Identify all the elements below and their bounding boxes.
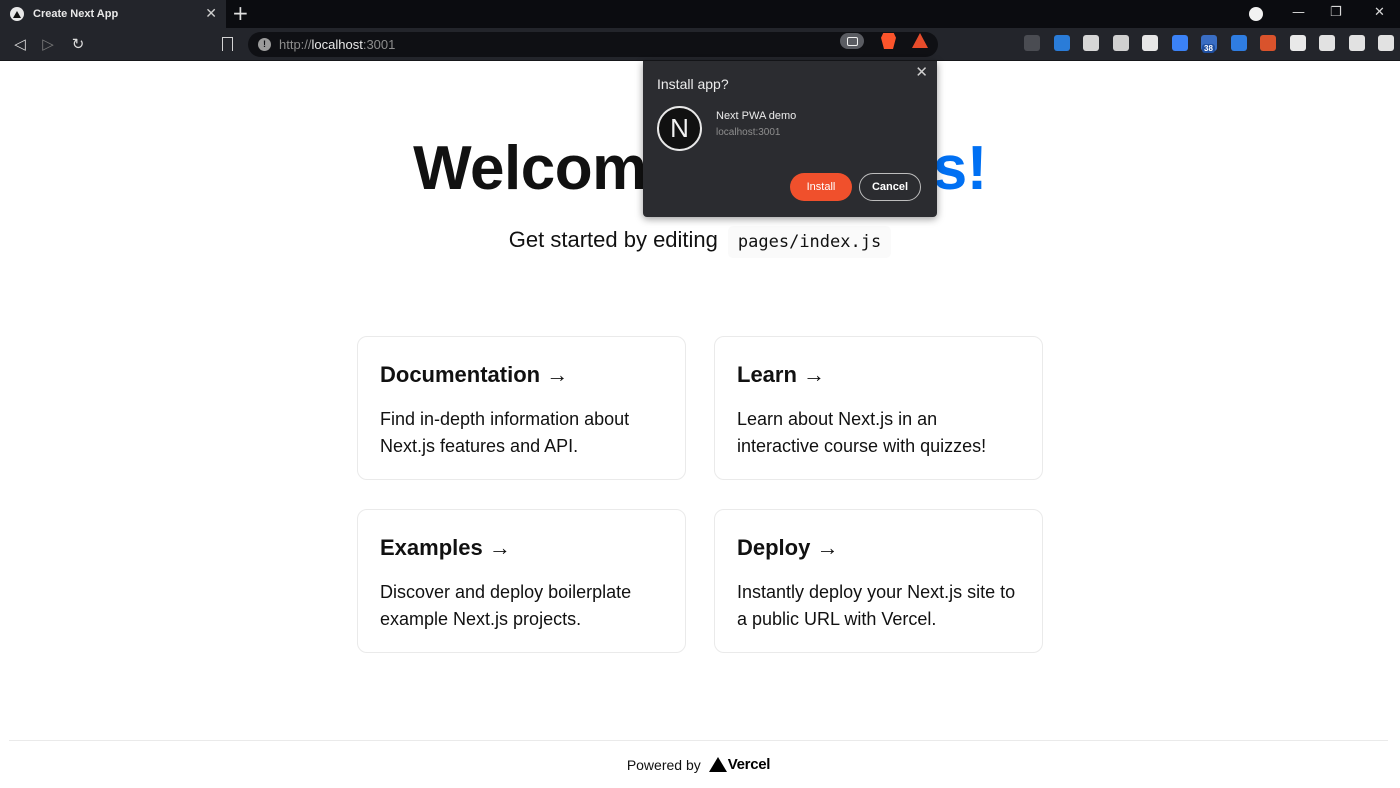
card-description: Discover and deploy boilerplate example …	[380, 582, 632, 629]
card-learn[interactable]: Learn → Learn about Next.js in an intera…	[714, 336, 1043, 480]
browser-toolbar: ◁ ▷ ↻ ! http://localhost:3001 38	[0, 28, 1400, 61]
app-icon-letter: N	[670, 113, 689, 143]
card-description: Instantly deploy your Next.js site to a …	[737, 582, 1016, 629]
profile-menu-icon[interactable]	[1249, 7, 1263, 21]
card-deploy[interactable]: Deploy → Instantly deploy your Next.js s…	[714, 509, 1043, 653]
vercel-triangle-icon	[708, 757, 727, 772]
download-icon[interactable]	[1290, 35, 1306, 51]
minimize-button[interactable]: —	[1292, 5, 1305, 21]
restore-button[interactable]: ❐	[1330, 5, 1342, 21]
vercel-logo: Vercel	[708, 756, 771, 773]
card-title: Learn →	[737, 362, 826, 387]
new-tab-button[interactable]: +	[232, 3, 249, 23]
badge-icon[interactable]: 38	[1201, 35, 1217, 53]
ext-dots-icon[interactable]	[1024, 35, 1040, 51]
install-app-dialog: Install app? ✕ N Next PWA demo localhost…	[643, 61, 937, 217]
dialog-title: Install app?	[657, 76, 729, 92]
grammarly-icon[interactable]	[1231, 35, 1247, 51]
playlist-icon[interactable]	[1349, 35, 1365, 51]
image-icon[interactable]	[1113, 35, 1129, 51]
footer: Powered by Vercel	[9, 740, 1388, 788]
nextjs-triangle-icon	[10, 7, 24, 21]
extension-badge: 38	[1202, 44, 1215, 53]
tab-strip: Create Next App ✕ + — ❐ ✕	[0, 0, 1400, 28]
url-scheme: http://	[279, 37, 312, 52]
app-host: localhost:3001	[716, 127, 781, 138]
puzzle-icon[interactable]	[1319, 35, 1335, 51]
url-host: localhost	[311, 37, 363, 52]
pen-icon[interactable]	[1083, 35, 1099, 51]
title-accent: s!	[932, 134, 988, 203]
card-documentation[interactable]: Documentation → Find in-depth informatio…	[357, 336, 686, 480]
cancel-button[interactable]: Cancel	[859, 173, 921, 201]
css3-icon[interactable]	[1054, 35, 1070, 51]
dialog-close-icon[interactable]: ✕	[915, 63, 928, 81]
bookmark-icon[interactable]	[222, 37, 233, 51]
brave-rewards-icon[interactable]	[912, 33, 928, 48]
menu-icon[interactable]	[1378, 35, 1394, 51]
app-icon: N	[657, 106, 702, 151]
shield-red-icon[interactable]	[1260, 35, 1276, 51]
vercel-wordmark: Vercel	[727, 756, 771, 773]
title-main: Welcom	[413, 134, 647, 203]
url-text[interactable]: http://localhost:3001	[279, 37, 395, 52]
address-bar[interactable]: ! http://localhost:3001	[248, 32, 938, 57]
tab-create-next-app[interactable]: Create Next App ✕	[0, 0, 226, 28]
forward-button[interactable]: ▷	[38, 34, 58, 54]
close-window-button[interactable]: ✕	[1374, 5, 1385, 21]
card-description: Find in-depth information about Next.js …	[380, 409, 630, 456]
code-snippet: pages/index.js	[727, 226, 892, 258]
back-button[interactable]: ◁	[10, 34, 30, 54]
tab-close-icon[interactable]: ✕	[205, 6, 217, 22]
subtitle-text: Get started by editing	[508, 227, 718, 252]
url-port: :3001	[362, 37, 396, 52]
card-description: Learn about Next.js in an interactive co…	[737, 409, 987, 456]
card-title: Deploy →	[737, 535, 839, 560]
powered-by-vercel-link[interactable]: Powered by Vercel	[626, 756, 771, 773]
card-examples[interactable]: Examples → Discover and deploy boilerpla…	[357, 509, 686, 653]
install-app-icon[interactable]	[840, 33, 864, 49]
install-button[interactable]: Install	[790, 173, 852, 201]
gear-blue-icon[interactable]	[1172, 35, 1188, 51]
powered-by-text: Powered by	[626, 756, 701, 773]
reload-button[interactable]: ↻	[68, 34, 88, 54]
app-name: Next PWA demo	[716, 110, 797, 122]
site-info-icon[interactable]: !	[258, 38, 271, 51]
card-grid: Documentation → Find in-depth informatio…	[357, 336, 1043, 654]
tab-title: Create Next App	[33, 8, 119, 20]
target-icon[interactable]	[1142, 35, 1158, 51]
card-title: Documentation →	[380, 362, 569, 387]
page-subtitle: Get started by editing pages/index.js	[0, 226, 1400, 258]
card-title: Examples →	[380, 535, 511, 560]
